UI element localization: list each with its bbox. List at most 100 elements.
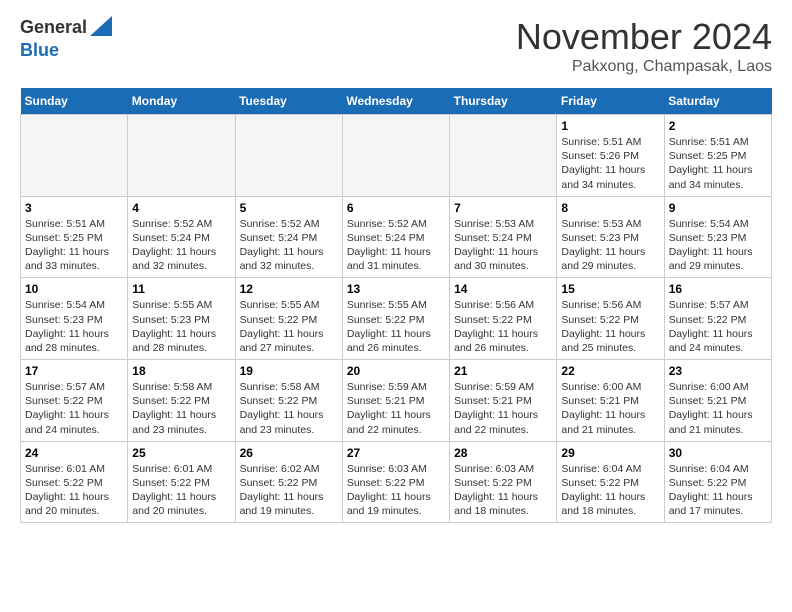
day-number: 24 [25,446,123,460]
cell-w2-d2: 5 Sunrise: 5:52 AM Sunset: 5:24 PM Daylig… [235,196,342,278]
cell-w3-d3: 13 Sunrise: 5:55 AM Sunset: 5:22 PM Dayli… [342,278,449,360]
day-number: 17 [25,364,123,378]
cell-w3-d6: 16Sunrise: 5:57 AM Sunset: 5:22 PM Dayli… [664,278,771,360]
day-info: Sunrise: 5:55 AM Sunset: 5:22 PM Dayligh… [240,298,338,355]
day-number: 6 [347,201,445,215]
logo-text-general: General [20,18,87,38]
day-info: Sunrise: 6:03 AM Sunset: 5:22 PM Dayligh… [454,462,552,519]
cell-w1-d5: 1 Sunrise: 5:51 AM Sunset: 5:26 PM Daylig… [557,115,664,197]
day-info: Sunrise: 5:54 AM Sunset: 5:23 PM Dayligh… [25,298,123,355]
day-info: Sunrise: 6:04 AM Sunset: 5:22 PM Dayligh… [669,462,767,519]
day-number: 12 [240,282,338,296]
day-info: Sunrise: 5:57 AM Sunset: 5:22 PM Dayligh… [669,298,767,355]
day-number: 23 [669,364,767,378]
cell-w2-d0: 3Sunrise: 5:51 AM Sunset: 5:25 PM Daylig… [21,196,128,278]
day-info: Sunrise: 5:52 AM Sunset: 5:24 PM Dayligh… [240,217,338,274]
header-row: Sunday Monday Tuesday Wednesday Thursday… [21,88,772,115]
day-info: Sunrise: 5:51 AM Sunset: 5:26 PM Dayligh… [561,135,659,192]
cell-w3-d2: 12 Sunrise: 5:55 AM Sunset: 5:22 PM Dayli… [235,278,342,360]
day-info: Sunrise: 6:00 AM Sunset: 5:21 PM Dayligh… [669,380,767,437]
day-number: 2 [669,119,767,133]
day-info: Sunrise: 5:56 AM Sunset: 5:22 PM Dayligh… [454,298,552,355]
col-saturday: Saturday [664,88,771,115]
day-number: 21 [454,364,552,378]
cell-w2-d1: 4Sunrise: 5:52 AM Sunset: 5:24 PM Daylig… [128,196,235,278]
day-info: Sunrise: 5:55 AM Sunset: 5:22 PM Dayligh… [347,298,445,355]
day-info: Sunrise: 5:55 AM Sunset: 5:23 PM Dayligh… [132,298,230,355]
col-thursday: Thursday [450,88,557,115]
day-number: 11 [132,282,230,296]
sub-title: Pakxong, Champasak, Laos [516,58,772,76]
day-info: Sunrise: 6:00 AM Sunset: 5:21 PM Dayligh… [561,380,659,437]
day-number: 25 [132,446,230,460]
cell-w5-d0: 24 Sunrise: 6:01 AM Sunset: 5:22 PM Dayli… [21,441,128,523]
day-info: Sunrise: 5:53 AM Sunset: 5:23 PM Dayligh… [561,217,659,274]
day-info: Sunrise: 5:51 AM Sunset: 5:25 PM Dayligh… [669,135,767,192]
col-sunday: Sunday [21,88,128,115]
page: General Blue November 2024 Pakxong, Cham… [0,0,792,539]
cell-w1-d2 [235,115,342,197]
day-number: 28 [454,446,552,460]
day-number: 10 [25,282,123,296]
day-number: 30 [669,446,767,460]
day-number: 27 [347,446,445,460]
day-number: 18 [132,364,230,378]
cell-w2-d5: 8 Sunrise: 5:53 AM Sunset: 5:23 PM Daylig… [557,196,664,278]
day-number: 7 [454,201,552,215]
cell-w5-d6: 30 Sunrise: 6:04 AM Sunset: 5:22 PM Dayli… [664,441,771,523]
cell-w1-d4 [450,115,557,197]
day-info: Sunrise: 6:01 AM Sunset: 5:22 PM Dayligh… [25,462,123,519]
day-number: 1 [561,119,659,133]
day-info: Sunrise: 5:52 AM Sunset: 5:24 PM Dayligh… [347,217,445,274]
cell-w3-d4: 14Sunrise: 5:56 AM Sunset: 5:22 PM Dayli… [450,278,557,360]
cell-w4-d3: 20 Sunrise: 5:59 AM Sunset: 5:21 PM Dayli… [342,360,449,442]
day-number: 15 [561,282,659,296]
cell-w4-d2: 19 Sunrise: 5:58 AM Sunset: 5:22 PM Dayli… [235,360,342,442]
logo: General Blue [20,16,112,60]
week-row-4: 17 Sunrise: 5:57 AM Sunset: 5:22 PM Dayli… [21,360,772,442]
day-number: 5 [240,201,338,215]
cell-w3-d1: 11 Sunrise: 5:55 AM Sunset: 5:23 PM Dayli… [128,278,235,360]
calendar-body: 1 Sunrise: 5:51 AM Sunset: 5:26 PM Daylig… [21,115,772,523]
day-number: 29 [561,446,659,460]
day-info: Sunrise: 5:54 AM Sunset: 5:23 PM Dayligh… [669,217,767,274]
day-info: Sunrise: 5:52 AM Sunset: 5:24 PM Dayligh… [132,217,230,274]
day-number: 26 [240,446,338,460]
cell-w5-d4: 28 Sunrise: 6:03 AM Sunset: 5:22 PM Dayli… [450,441,557,523]
cell-w2-d6: 9 Sunrise: 5:54 AM Sunset: 5:23 PM Daylig… [664,196,771,278]
day-info: Sunrise: 5:57 AM Sunset: 5:22 PM Dayligh… [25,380,123,437]
week-row-2: 3Sunrise: 5:51 AM Sunset: 5:25 PM Daylig… [21,196,772,278]
cell-w3-d0: 10 Sunrise: 5:54 AM Sunset: 5:23 PM Dayli… [21,278,128,360]
logo-text-blue: Blue [20,40,59,60]
week-row-3: 10 Sunrise: 5:54 AM Sunset: 5:23 PM Dayli… [21,278,772,360]
day-info: Sunrise: 6:02 AM Sunset: 5:22 PM Dayligh… [240,462,338,519]
col-tuesday: Tuesday [235,88,342,115]
day-info: Sunrise: 5:59 AM Sunset: 5:21 PM Dayligh… [454,380,552,437]
calendar-header: Sunday Monday Tuesday Wednesday Thursday… [21,88,772,115]
day-info: Sunrise: 5:56 AM Sunset: 5:22 PM Dayligh… [561,298,659,355]
day-info: Sunrise: 5:59 AM Sunset: 5:21 PM Dayligh… [347,380,445,437]
header: General Blue November 2024 Pakxong, Cham… [20,16,772,76]
title-block: November 2024 Pakxong, Champasak, Laos [516,16,772,76]
cell-w3-d5: 15 Sunrise: 5:56 AM Sunset: 5:22 PM Dayli… [557,278,664,360]
main-title: November 2024 [516,16,772,58]
logo-triangle-icon [90,16,112,36]
day-number: 3 [25,201,123,215]
day-info: Sunrise: 5:58 AM Sunset: 5:22 PM Dayligh… [240,380,338,437]
day-info: Sunrise: 6:03 AM Sunset: 5:22 PM Dayligh… [347,462,445,519]
day-number: 20 [347,364,445,378]
day-number: 13 [347,282,445,296]
week-row-5: 24 Sunrise: 6:01 AM Sunset: 5:22 PM Dayli… [21,441,772,523]
cell-w4-d5: 22Sunrise: 6:00 AM Sunset: 5:21 PM Dayli… [557,360,664,442]
day-number: 9 [669,201,767,215]
cell-w5-d2: 26 Sunrise: 6:02 AM Sunset: 5:22 PM Dayli… [235,441,342,523]
day-number: 8 [561,201,659,215]
day-info: Sunrise: 6:01 AM Sunset: 5:22 PM Dayligh… [132,462,230,519]
day-info: Sunrise: 6:04 AM Sunset: 5:22 PM Dayligh… [561,462,659,519]
cell-w4-d4: 21 Sunrise: 5:59 AM Sunset: 5:21 PM Dayli… [450,360,557,442]
cell-w1-d1 [128,115,235,197]
day-number: 19 [240,364,338,378]
cell-w5-d3: 27 Sunrise: 6:03 AM Sunset: 5:22 PM Dayli… [342,441,449,523]
day-info: Sunrise: 5:58 AM Sunset: 5:22 PM Dayligh… [132,380,230,437]
calendar-table: Sunday Monday Tuesday Wednesday Thursday… [20,88,772,523]
